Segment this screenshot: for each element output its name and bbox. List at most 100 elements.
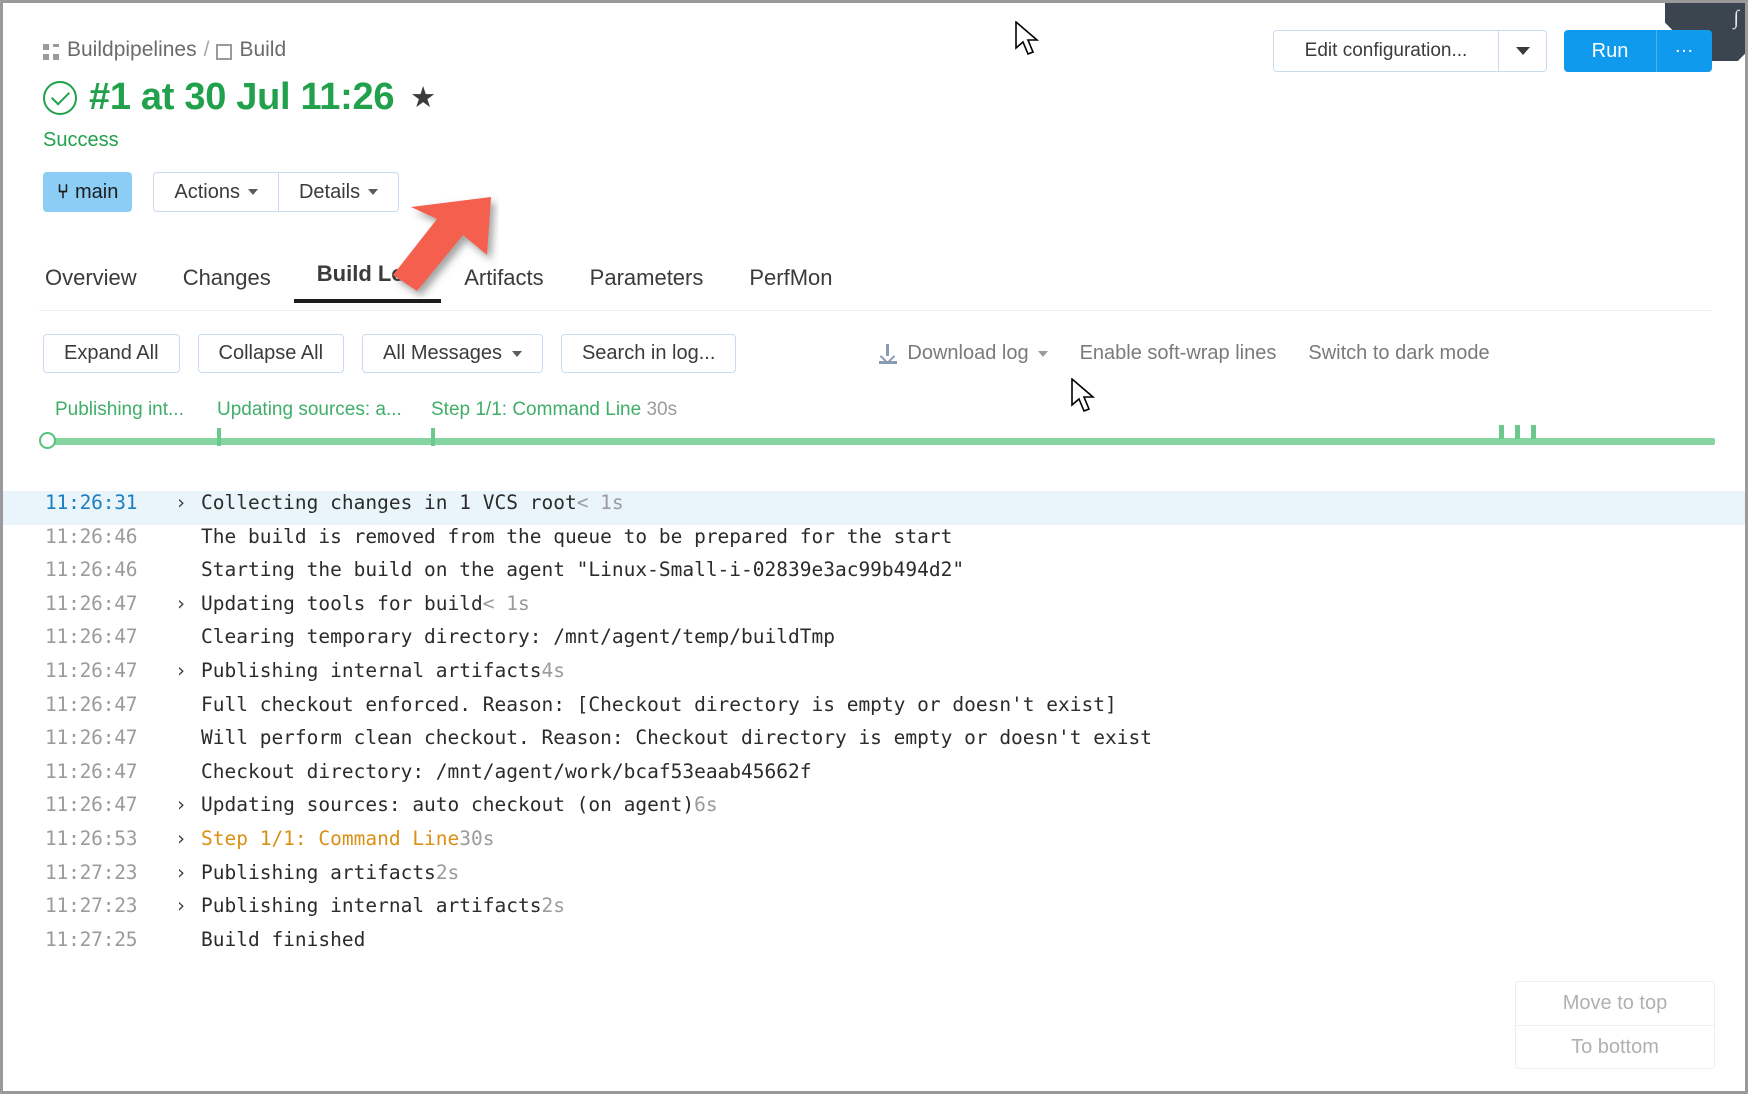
move-to-top-button[interactable]: Move to top bbox=[1516, 982, 1714, 1025]
log-duration: < 1s bbox=[483, 592, 530, 615]
all-messages-label: All Messages bbox=[383, 342, 502, 365]
log-timestamp: 11:26:31 bbox=[45, 491, 165, 514]
timeline-segment-label: Updating sources: a... bbox=[217, 399, 402, 420]
log-line[interactable]: 11:26:46Starting the build on the agent … bbox=[3, 558, 1745, 592]
search-in-log-button[interactable]: Search in log... bbox=[561, 334, 736, 373]
download-icon bbox=[878, 344, 898, 364]
check-circle-icon bbox=[43, 81, 77, 115]
expand-chevron-icon[interactable]: › bbox=[165, 894, 201, 917]
edit-configuration-dropdown-button[interactable] bbox=[1499, 30, 1547, 72]
log-timestamp: 11:26:47 bbox=[45, 760, 165, 783]
grid-icon bbox=[43, 44, 60, 61]
actions-dropdown-button[interactable]: Actions bbox=[153, 172, 279, 212]
log-line[interactable]: 11:26:47 Full checkout enforced. Reason: … bbox=[3, 693, 1745, 727]
timeline-label-step-1[interactable]: Step 1/1: Command Line 30s bbox=[431, 399, 677, 421]
log-message: Checkout directory: /mnt/agent/work/bcaf… bbox=[201, 760, 811, 783]
timeline-label-updating-sources[interactable]: Updating sources: a... bbox=[217, 399, 402, 421]
log-line[interactable]: 11:26:31›Collecting changes in 1 VCS roo… bbox=[3, 491, 1745, 525]
soft-wrap-toggle[interactable]: Enable soft-wrap lines bbox=[1080, 342, 1277, 365]
log-line[interactable]: 11:27:25 Build finished bbox=[3, 928, 1745, 962]
corner-glyph-icon: ∫ bbox=[1734, 7, 1739, 30]
tab-parameters[interactable]: Parameters bbox=[567, 265, 727, 303]
log-timestamp: 11:26:47 bbox=[45, 625, 165, 648]
log-message: Publishing artifacts bbox=[201, 861, 436, 884]
dark-mode-toggle[interactable]: Switch to dark mode bbox=[1308, 342, 1489, 365]
log-timestamp: 11:26:46 bbox=[45, 525, 165, 548]
log-line[interactable]: 11:27:23›Publishing artifacts 2s bbox=[3, 861, 1745, 895]
build-log-page: ∫ Buildpipelines / Build Edit configurat… bbox=[0, 0, 1748, 1094]
log-message: Publishing internal artifacts bbox=[201, 659, 541, 682]
breadcrumb-separator: / bbox=[204, 38, 210, 62]
log-duration: 4s bbox=[541, 659, 564, 682]
timeline-track[interactable] bbox=[39, 433, 1715, 447]
annotation-arrow-icon bbox=[379, 193, 499, 303]
chevron-down-icon bbox=[368, 189, 378, 195]
actions-label: Actions bbox=[174, 181, 240, 204]
log-toolbar: Expand All Collapse All All Messages Sea… bbox=[43, 334, 1715, 373]
expand-chevron-icon[interactable]: › bbox=[165, 861, 201, 884]
breadcrumb-config-link[interactable]: Build bbox=[239, 38, 286, 62]
log-line[interactable]: 11:26:47›Publishing internal artifacts 4… bbox=[3, 659, 1745, 693]
breadcrumb-project-link[interactable]: Buildpipelines bbox=[67, 38, 197, 62]
log-timestamp: 11:26:47 bbox=[45, 693, 165, 716]
log-line[interactable]: 11:26:46The build is removed from the qu… bbox=[3, 525, 1745, 559]
collapse-all-button[interactable]: Collapse All bbox=[198, 334, 345, 373]
log-message: Publishing internal artifacts bbox=[201, 894, 541, 917]
log-message: Will perform clean checkout. Reason: Che… bbox=[201, 726, 1152, 749]
log-line[interactable]: 11:26:47Clearing temporary directory: /m… bbox=[3, 625, 1745, 659]
log-timestamp: 11:27:25 bbox=[45, 928, 165, 951]
log-message: Full checkout enforced. Reason: [Checkou… bbox=[201, 693, 1117, 716]
timeline-label-publishing-internal[interactable]: Publishing int... bbox=[55, 399, 184, 421]
chevron-down-icon bbox=[248, 189, 258, 195]
expand-all-button[interactable]: Expand All bbox=[43, 334, 180, 373]
log-timestamp: 11:26:47 bbox=[45, 793, 165, 816]
timeline-segment-label: Publishing int... bbox=[55, 399, 184, 420]
log-timestamp: 11:27:23 bbox=[45, 894, 165, 917]
branch-icon: ⑂ bbox=[57, 181, 69, 204]
timeline-tick bbox=[1515, 425, 1520, 439]
all-messages-label: Collapse All bbox=[219, 342, 324, 365]
tab-overview[interactable]: Overview bbox=[43, 265, 160, 303]
log-line[interactable]: 11:26:47Will perform clean checkout. Rea… bbox=[3, 726, 1745, 760]
log-message: Updating tools for build bbox=[201, 592, 483, 615]
expand-chevron-icon[interactable]: › bbox=[165, 659, 201, 682]
log-message: Step 1/1: Command Line bbox=[201, 827, 459, 850]
tab-perfmon[interactable]: PerfMon bbox=[726, 265, 855, 303]
expand-chevron-icon[interactable]: › bbox=[165, 491, 201, 514]
chevron-down-icon bbox=[1516, 47, 1530, 55]
to-bottom-button[interactable]: To bottom bbox=[1516, 1025, 1714, 1068]
mouse-cursor bbox=[1071, 378, 1097, 412]
timeline-segment-label: Step 1/1: Command Line bbox=[431, 399, 641, 420]
log-duration: 6s bbox=[694, 793, 717, 816]
log-message: Collecting changes in 1 VCS root bbox=[201, 491, 577, 514]
log-message: Build finished bbox=[201, 928, 365, 951]
status-badge: Success bbox=[43, 129, 119, 152]
edit-configuration-button[interactable]: Edit configuration... bbox=[1273, 30, 1499, 72]
download-log-label: Download log bbox=[907, 342, 1028, 365]
tab-changes[interactable]: Changes bbox=[160, 265, 294, 303]
branch-chip[interactable]: ⑂ main bbox=[43, 172, 132, 212]
build-title-row: #1 at 30 Jul 11:26 ★ bbox=[43, 76, 436, 119]
log-line[interactable]: 11:26:53›Step 1/1: Command Line 30s bbox=[3, 827, 1745, 861]
run-button[interactable]: Run bbox=[1564, 30, 1656, 72]
favorite-star-icon[interactable]: ★ bbox=[410, 80, 436, 115]
expand-chevron-icon[interactable]: › bbox=[165, 592, 201, 615]
log-line[interactable]: 11:26:47 Checkout directory: /mnt/agent/w… bbox=[3, 760, 1745, 794]
log-timestamp: 11:27:23 bbox=[45, 861, 165, 884]
timeline-scrubber-handle[interactable] bbox=[39, 432, 56, 449]
timeline-segment-duration: 30s bbox=[646, 399, 677, 420]
chevron-down-icon bbox=[1038, 351, 1048, 357]
header-actions: Edit configuration... Run ... bbox=[1273, 30, 1712, 72]
log-navigation-buttons: Move to top To bottom bbox=[1515, 981, 1715, 1069]
log-line[interactable]: 11:26:47›Updating sources: auto checkout… bbox=[3, 793, 1745, 827]
expand-chevron-icon[interactable]: › bbox=[165, 793, 201, 816]
all-messages-filter-button[interactable]: All Messages bbox=[362, 334, 543, 373]
log-timestamp: 11:26:46 bbox=[45, 558, 165, 581]
run-group: Run ... bbox=[1564, 30, 1712, 72]
run-more-button[interactable]: ... bbox=[1656, 30, 1712, 72]
log-line[interactable]: 11:27:23›Publishing internal artifacts 2… bbox=[3, 894, 1745, 928]
expand-chevron-icon[interactable]: › bbox=[165, 827, 201, 850]
download-log-link[interactable]: Download log bbox=[878, 342, 1047, 365]
log-line[interactable]: 11:26:47›Updating tools for build < 1s bbox=[3, 592, 1745, 626]
details-label: Details bbox=[299, 181, 360, 204]
